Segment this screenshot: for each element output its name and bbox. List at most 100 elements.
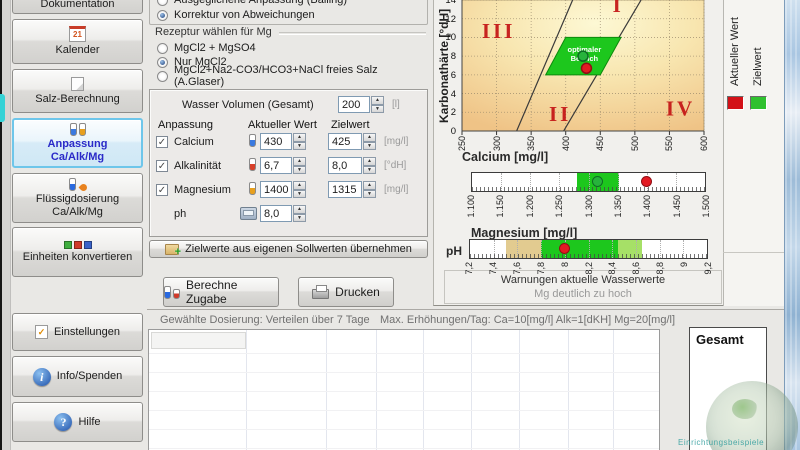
ph-meter-icon xyxy=(240,207,257,220)
gauge-gridline xyxy=(501,173,502,191)
alkalinity-checkbox[interactable]: ✓ xyxy=(156,160,168,172)
svg-text:II: II xyxy=(549,102,571,126)
dosing-table-header-cell xyxy=(151,332,246,349)
gauge-gridline xyxy=(636,240,637,258)
sidebar-item-anpassung-ca-alk-mg[interactable]: Anpassung Ca/Alk/Mg xyxy=(12,118,143,168)
gauge-gridline xyxy=(541,240,542,258)
x-axis-title: Calcium [mg/l] xyxy=(462,150,548,164)
spinner-arrows[interactable]: ▲▼ xyxy=(371,96,384,113)
magnesium-target-spinner[interactable]: 1315 ▲▼ xyxy=(328,181,376,198)
table-column-line xyxy=(471,330,472,450)
button-label: Drucken xyxy=(335,285,380,299)
sidebar-item-fluessigdosierung[interactable]: Flüssigdosierung Ca/Alk/Mg xyxy=(12,173,143,223)
gauge-tick-label: 7,8 xyxy=(535,262,547,275)
gauge-gridline xyxy=(660,240,661,258)
gauge-tick-label: 9,2 xyxy=(702,262,714,275)
magnesium-current-spinner[interactable]: 1400 ▲▼ xyxy=(260,181,306,198)
x-tick-label: 500 xyxy=(629,136,641,151)
radio-korrektur-von-abweichungen[interactable]: Korrektur von Abweichungen xyxy=(157,8,315,22)
sidebar-item-info-spenden[interactable]: i Info/Spenden xyxy=(12,356,143,397)
magnesium-gauge xyxy=(471,172,706,192)
gauge-segment xyxy=(506,240,542,258)
volume-unit: [l] xyxy=(392,99,400,110)
kh-calcium-chart: optimalerBereichIIIIIIIV xyxy=(459,0,705,136)
sidebar-item-dokumentation[interactable]: Dokumentation xyxy=(12,0,143,14)
ph-current-value[interactable]: 8,0 xyxy=(260,205,292,222)
calcium-target-value[interactable]: 425 xyxy=(328,133,362,150)
svg-text:I: I xyxy=(613,0,624,17)
gauge-tick-label: 7,4 xyxy=(487,262,499,275)
sidebar-item-label: Salz-Berechnung xyxy=(35,93,119,105)
gauge-tick-label: 1.450 xyxy=(671,195,683,218)
legend-target-label: Zielwert xyxy=(752,6,764,86)
x-tick-label: 300 xyxy=(491,136,503,151)
sidebar-item-hilfe[interactable]: ? Hilfe xyxy=(12,402,143,442)
y-tick-label: 6 xyxy=(438,70,456,81)
table-column-line xyxy=(423,330,424,450)
gauge-gridline xyxy=(618,173,619,191)
magnesium-target-value[interactable]: 1315 xyxy=(328,181,362,198)
sidebar-item-label: Kalender xyxy=(55,44,99,56)
magnesium-current-value[interactable]: 1400 xyxy=(260,181,292,198)
radio-ausgeglichene-anpassung[interactable]: Ausgeglichene Anpassung (Balling) xyxy=(157,0,347,7)
gauge-gridline xyxy=(676,173,677,191)
table-row-line xyxy=(149,372,659,373)
svg-text:IV: IV xyxy=(666,97,695,121)
folder-plus-icon xyxy=(165,244,179,255)
gauge-marker xyxy=(641,176,652,187)
x-tick-label: 250 xyxy=(456,136,468,151)
radio-freies-salz[interactable]: MgCl2+Na2-CO3/HCO3+NaCl freies Salz (A.G… xyxy=(157,69,430,83)
adopt-targets-button[interactable]: Zielwerte aus eigenen Sollwerten überneh… xyxy=(149,240,428,258)
sidebar-item-label: Einstellungen xyxy=(54,326,120,338)
print-button[interactable]: Drucken xyxy=(298,277,394,307)
alkalinity-label: Alkalinität xyxy=(174,160,221,172)
ph-gauge-title: pH xyxy=(446,244,462,258)
magnesium-label: Magnesium xyxy=(174,184,231,196)
calcium-current-spinner[interactable]: 430 ▲▼ xyxy=(260,133,306,150)
legend-target-swatch xyxy=(750,96,767,110)
table-column-line xyxy=(246,330,247,450)
alkalinity-target-spinner[interactable]: 8,0 ▲▼ xyxy=(328,157,376,174)
window-left-border xyxy=(2,0,11,450)
svg-text:III: III xyxy=(482,19,516,43)
radio-mgcl2-mgso4[interactable]: MgCl2 + MgSO4 xyxy=(157,41,256,55)
alkalinity-current-value[interactable]: 6,7 xyxy=(260,157,292,174)
magnesium-gauge-title: Magnesium [mg/l] xyxy=(471,226,577,240)
sidebar-item-label: Dokumentation xyxy=(41,0,115,10)
volume-spinner[interactable]: 200 ▲▼ xyxy=(338,96,384,113)
legend-current-label: Aktueller Wert xyxy=(729,6,741,86)
alkalinity-target-value[interactable]: 8,0 xyxy=(328,157,362,174)
ph-label: ph xyxy=(174,208,186,220)
calculate-dose-button[interactable]: Berechne Zugabe xyxy=(163,277,279,307)
radio-label: MgCl2+Na2-CO3/HCO3+NaCl freies Salz (A.G… xyxy=(174,64,430,88)
gauge-tick-label: 7,6 xyxy=(511,262,523,275)
volume-value[interactable]: 200 xyxy=(338,96,370,113)
total-label: Gesamt xyxy=(690,328,766,347)
table-column-line xyxy=(568,330,569,450)
table-row-line xyxy=(149,391,659,392)
sidebar-item-salz-berechnung[interactable]: Salz-Berechnung xyxy=(12,69,143,113)
beakers-icon xyxy=(164,286,180,299)
dosing-status-label: Gewählte Dosierung: xyxy=(160,314,263,326)
magnesium-vial-icon xyxy=(249,182,256,195)
warning-title: Warnungen aktuelle Wasserwerte xyxy=(444,274,722,286)
sidebar-item-einstellungen[interactable]: ✓ Einstellungen xyxy=(12,313,143,351)
calcium-current-value[interactable]: 430 xyxy=(260,133,292,150)
y-tick-label: 12 xyxy=(438,14,456,25)
gauge-gridline xyxy=(494,240,495,258)
y-tick-label: 0 xyxy=(438,126,456,137)
info-icon: i xyxy=(33,368,51,386)
calcium-target-spinner[interactable]: 425 ▲▼ xyxy=(328,133,376,150)
button-label: Zielwerte aus eigenen Sollwerten überneh… xyxy=(185,243,412,255)
sidebar-item-kalender[interactable]: 21 Kalender xyxy=(12,19,143,64)
sidebar-item-einheiten-konvertieren[interactable]: Einheiten konvertieren xyxy=(12,227,143,277)
calcium-checkbox[interactable]: ✓ xyxy=(156,136,168,148)
calcium-vial-icon xyxy=(249,134,256,147)
ph-current-spinner[interactable]: 8,0 ▲▼ xyxy=(260,205,306,222)
total-panel: Gesamt xyxy=(689,327,767,450)
alkalinity-current-spinner[interactable]: 6,7 ▲▼ xyxy=(260,157,306,174)
magnesium-checkbox[interactable]: ✓ xyxy=(156,184,168,196)
values-groupbox: Wasser Volumen (Gesamt) 200 ▲▼ [l] Anpas… xyxy=(149,89,428,237)
sidebar-item-label: Einheiten konvertieren xyxy=(23,251,132,263)
dropper-icon xyxy=(69,178,87,191)
